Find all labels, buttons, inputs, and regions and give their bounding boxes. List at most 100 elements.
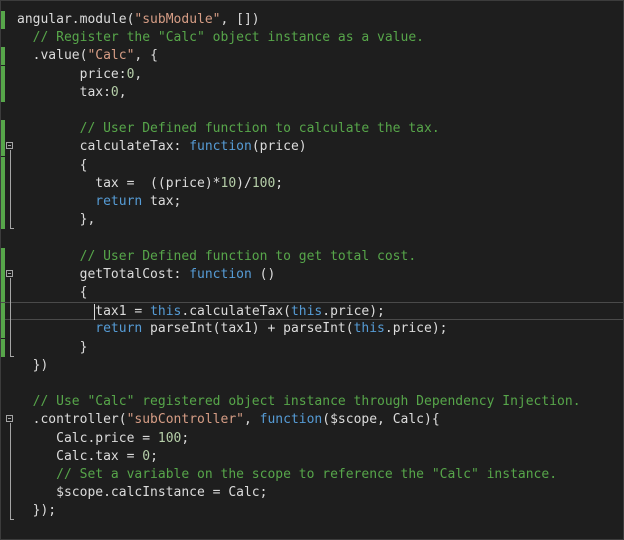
- code-line[interactable]: // User Defined function to calculate th…: [1, 120, 623, 139]
- code-token: {: [17, 285, 88, 300]
- code-text: // Register the "Calc" object instance a…: [17, 29, 424, 47]
- code-text: price:0,: [17, 66, 143, 84]
- code-token: ,: [243, 412, 260, 428]
- fold-outline-guide: [10, 423, 11, 520]
- code-line[interactable]: // User Defined function to get total co…: [1, 247, 623, 266]
- change-indicator-bar: [1, 47, 5, 66]
- code-token: ;: [181, 430, 190, 446]
- code-line[interactable]: [1, 375, 623, 393]
- text-caret: [94, 304, 95, 321]
- code-line[interactable]: $scope.calcInstance = Calc;: [1, 484, 623, 502]
- code-editor[interactable]: angular.module("subModule", []) // Regis…: [0, 0, 624, 540]
- code-line[interactable]: });: [1, 502, 623, 520]
- code-line[interactable]: return parseInt(tax1) + parseInt(this.pr…: [1, 320, 623, 339]
- code-line[interactable]: tax = ((price)*10)/100;: [1, 174, 623, 193]
- code-token: .calculateTax(: [181, 304, 291, 320]
- code-text: // User Defined function to calculate th…: [17, 120, 440, 138]
- code-token: tax:: [17, 84, 111, 100]
- collapse-toggle-icon[interactable]: [6, 142, 13, 150]
- code-text: angular.module("subModule", []): [17, 11, 260, 29]
- code-token: 100: [157, 430, 182, 446]
- code-line[interactable]: {: [1, 156, 623, 175]
- code-text: {: [17, 284, 88, 302]
- change-indicator-bar: [1, 265, 5, 284]
- code-token: (price): [251, 139, 307, 155]
- code-text: }): [17, 357, 49, 375]
- code-text: tax = ((price)*10)/100;: [17, 175, 283, 193]
- code-line[interactable]: Calc.tax = 0;: [1, 448, 623, 466]
- code-line[interactable]: // Use "Calc" registered object instance…: [1, 393, 623, 411]
- code-token: .price);: [384, 321, 448, 337]
- fold-outline-end: [10, 355, 14, 357]
- code-text: },: [17, 211, 96, 229]
- change-indicator-bar: [1, 11, 5, 29]
- code-token: ;: [150, 448, 158, 464]
- change-indicator-bar: [1, 247, 5, 266]
- code-token: calculateTax:: [17, 139, 190, 155]
- code-text: .controller("subController", function($s…: [17, 411, 440, 429]
- code-text: calculateTax: function(price): [17, 138, 307, 156]
- code-token: });: [17, 503, 57, 519]
- fold-outline-end: [10, 519, 14, 521]
- code-text: tax:0,: [17, 84, 127, 102]
- code-text: });: [17, 502, 57, 520]
- change-indicator-bar: [1, 156, 5, 175]
- code-token: $scope.calcInstance = Calc;: [17, 485, 268, 501]
- code-text: {: [17, 157, 88, 175]
- code-line[interactable]: Calc.price = 100;: [1, 430, 623, 448]
- code-token: return: [17, 321, 143, 337]
- change-indicator-bar: [1, 211, 5, 230]
- code-token: getTotalCost:: [17, 266, 190, 282]
- code-token: // User Defined function to calculate th…: [17, 121, 440, 137]
- code-token: }): [17, 357, 49, 373]
- code-text: // Set a variable on the scope to refere…: [17, 466, 557, 484]
- code-token: this: [150, 304, 182, 320]
- code-line[interactable]: [1, 102, 623, 120]
- code-token: 0: [142, 448, 151, 464]
- code-line[interactable]: }): [1, 357, 623, 375]
- code-token: angular.module(: [17, 12, 135, 27]
- code-token: {: [17, 157, 88, 173]
- code-line[interactable]: .value("Calc", {: [1, 47, 623, 66]
- code-token: ($scope, Calc){: [322, 412, 440, 428]
- code-token: , {: [134, 48, 158, 64]
- collapse-toggle-icon[interactable]: [6, 269, 13, 277]
- current-code-line[interactable]: tax1 = this.calculateTax(this.price);: [1, 302, 623, 322]
- code-line[interactable]: tax:0,: [1, 83, 623, 102]
- collapse-toggle-icon[interactable]: [6, 415, 13, 423]
- code-line[interactable]: calculateTax: function(price): [1, 138, 623, 157]
- code-line[interactable]: // Register the "Calc" object instance a…: [1, 29, 623, 47]
- code-line[interactable]: price:0,: [1, 65, 623, 84]
- code-line[interactable]: angular.module("subModule", []): [1, 11, 623, 29]
- code-text: $scope.calcInstance = Calc;: [17, 484, 267, 502]
- code-token: "Calc": [87, 48, 135, 64]
- code-line[interactable]: },: [1, 211, 623, 230]
- code-line[interactable]: }: [1, 338, 623, 357]
- code-token: parseInt(tax1) + parseInt(: [142, 321, 354, 337]
- code-token: this: [353, 321, 385, 337]
- code-line[interactable]: [1, 229, 623, 247]
- code-line[interactable]: {: [1, 284, 623, 302]
- code-token: ;: [275, 175, 284, 191]
- code-line[interactable]: // Set a variable on the scope to refere…: [1, 466, 623, 484]
- change-indicator-bar: [1, 320, 5, 339]
- code-token: // Register the "Calc" object instance a…: [17, 30, 424, 46]
- code-token: .controller(: [17, 412, 127, 428]
- change-indicator-bar: [1, 338, 5, 357]
- code-text: .value("Calc", {: [17, 47, 158, 65]
- code-line[interactable]: getTotalCost: function (): [1, 265, 623, 284]
- code-token: ,: [118, 84, 127, 100]
- code-token: .value(: [17, 48, 88, 64]
- change-indicator-bar: [1, 174, 5, 193]
- code-text: tax1 = this.calculateTax(this.price);: [17, 303, 385, 321]
- code-text: Calc.price = 100;: [17, 430, 189, 448]
- code-text: // User Defined function to get total co…: [17, 248, 417, 266]
- code-line[interactable]: .controller("subController", function($s…: [1, 411, 623, 429]
- code-token: tax;: [142, 194, 182, 209]
- code-token: function: [189, 266, 252, 282]
- change-indicator-bar: [1, 138, 5, 157]
- code-token: // User Defined function to get total co…: [17, 248, 417, 264]
- code-token: 0: [110, 84, 119, 100]
- change-indicator-bar: [1, 303, 5, 322]
- code-line[interactable]: return tax;: [1, 193, 623, 211]
